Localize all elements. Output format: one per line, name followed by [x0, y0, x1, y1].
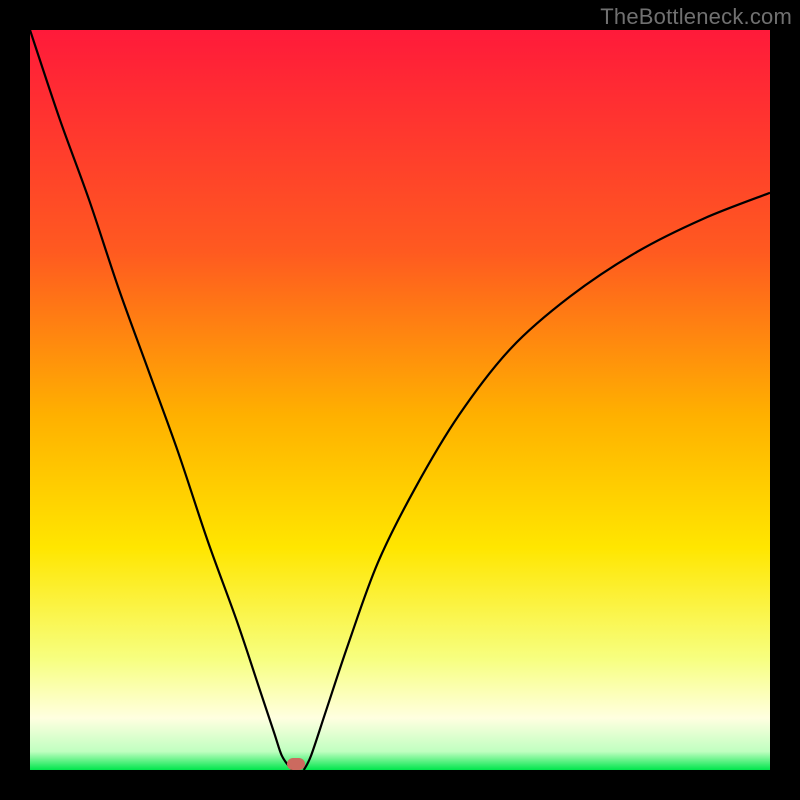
bottleneck-chart: [30, 30, 770, 770]
optimal-marker: [287, 758, 305, 770]
gradient-background: [30, 30, 770, 770]
chart-frame: [30, 30, 770, 770]
watermark-text: TheBottleneck.com: [600, 4, 792, 30]
